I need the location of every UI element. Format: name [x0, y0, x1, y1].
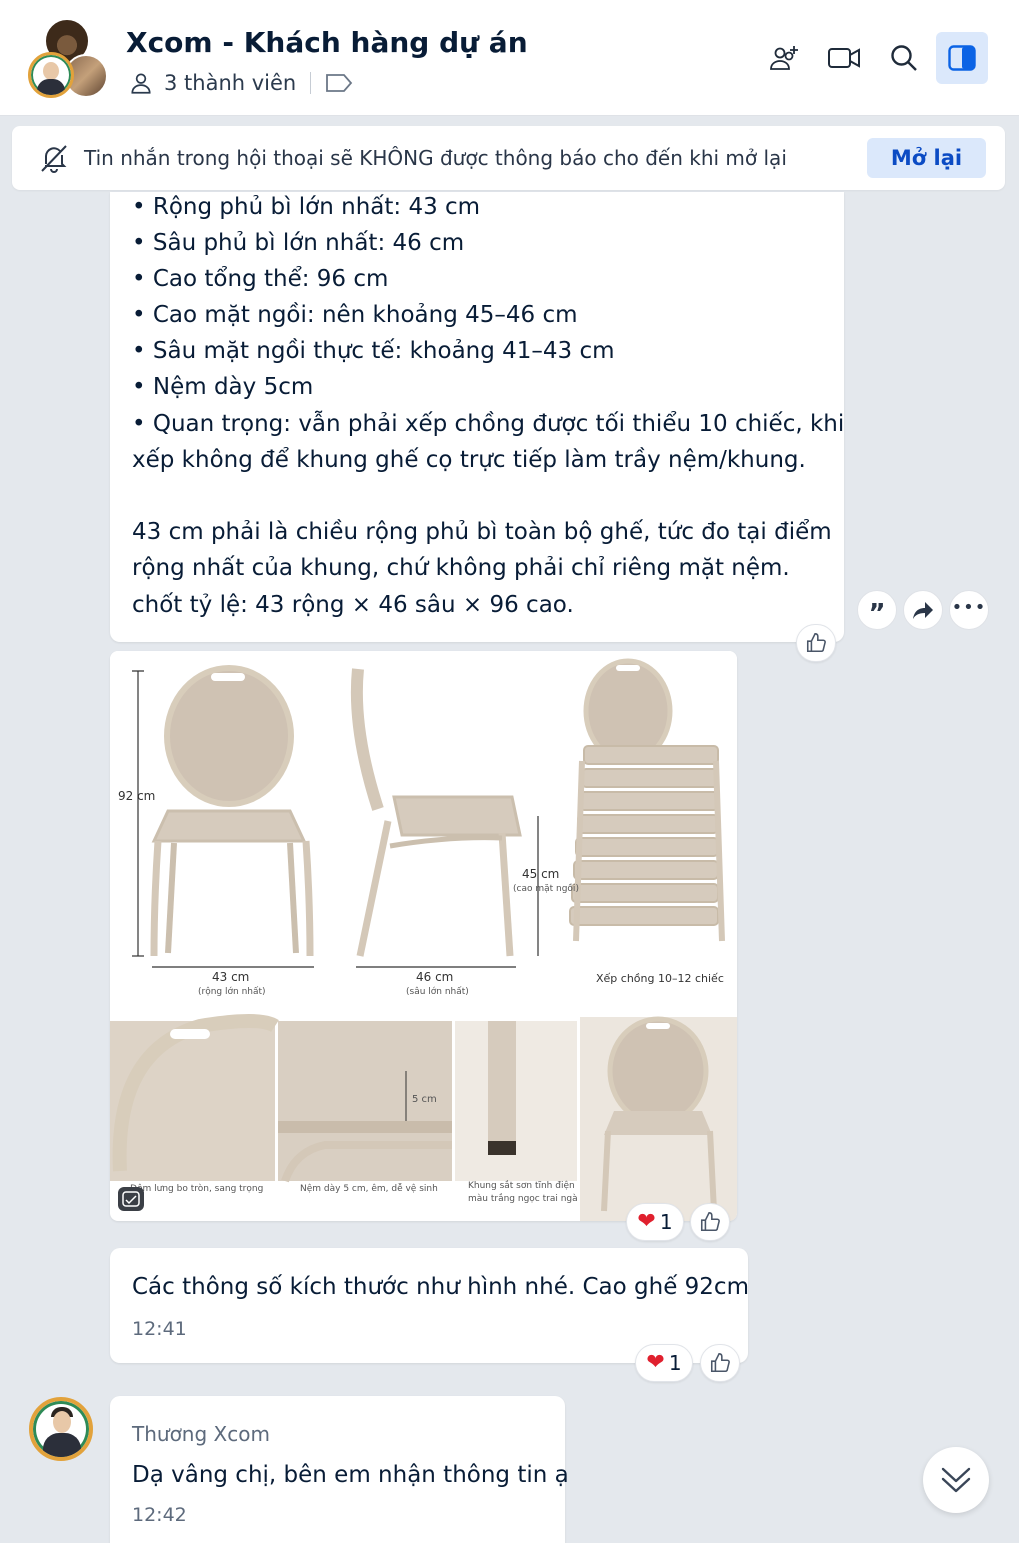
more-options-button[interactable]: •••: [949, 590, 989, 630]
image-hd-icon[interactable]: [118, 1187, 144, 1211]
message-line: • Sâu phủ bì lớn nhất: 46 cm: [132, 230, 465, 256]
message-line: xếp không để khung ghế cọ trực tiếp làm …: [132, 447, 806, 473]
width-label: 43 cm: [212, 970, 250, 984]
height-label: 92 cm: [118, 789, 156, 803]
quote-button[interactable]: ”: [857, 590, 897, 630]
reaction-count: 1: [659, 1210, 673, 1234]
more-icon: •••: [951, 596, 987, 618]
conversation-header: Xcom - Khách hàng dự án 3 thành viên: [0, 0, 1019, 116]
seat-height-label: 45 cm: [522, 867, 560, 881]
tag-icon[interactable]: [325, 72, 353, 94]
message-line: 43 cm phải là chiều rộng phủ bì toàn bộ …: [132, 519, 832, 545]
chair-illustration: [110, 651, 737, 1221]
sender-name[interactable]: Thương Xcom: [132, 1422, 270, 1446]
width-note: (rộng lớn nhất): [198, 987, 266, 997]
depth-label: 46 cm: [416, 970, 454, 984]
message-line: • Rộng phủ bì lớn nhất: 43 cm: [132, 194, 481, 220]
heart-reaction-badge[interactable]: ❤ 1: [635, 1344, 693, 1382]
cushion-thickness-label: 5 cm: [412, 1094, 437, 1105]
message-line: • Cao mặt ngồi: nên khoảng 45–46 cm: [132, 302, 578, 328]
member-avatar: [28, 52, 74, 98]
double-chevron-down-icon: [941, 1467, 971, 1493]
divider: [310, 72, 312, 94]
forward-icon: [913, 602, 933, 619]
like-reaction-button[interactable]: [700, 1344, 740, 1382]
cushion-caption: Nệm dày 5 cm, êm, dễ vệ sinh: [300, 1184, 438, 1194]
depth-note: (sâu lớn nhất): [406, 987, 469, 997]
message-bubble[interactable]: • Rộng phủ bì lớn nhất: 43 cm • Sâu phủ …: [110, 192, 844, 642]
frame-caption-2: màu trắng ngọc trai ngà: [468, 1194, 578, 1204]
chair-spec-image[interactable]: 92 cm 43 cm (rộng lớn nhất) 46 cm (sâu l…: [110, 651, 737, 1221]
heart-icon: ❤: [646, 1350, 665, 1375]
message-text: Các thông số kích thước như hình nhé. Ca…: [132, 1274, 749, 1300]
search-icon: [891, 45, 917, 71]
message-line: rộng nhất của khung, chứ không phải chỉ …: [132, 555, 790, 581]
mute-notice-text: Tin nhắn trong hội thoại sẽ KHÔNG được t…: [84, 146, 787, 170]
sender-avatar[interactable]: [29, 1397, 93, 1461]
video-call-icon: [828, 48, 860, 68]
message-text: Dạ vâng chị, bên em nhận thông tin ạ: [132, 1462, 569, 1488]
backrest-caption: Đệm lưng bo tròn, sang trọng: [130, 1184, 264, 1194]
seat-height-note: (cao mặt ngồi): [513, 884, 579, 894]
add-member-icon: [770, 46, 798, 70]
thumbs-up-icon: [806, 633, 826, 653]
thumbs-up-icon: [710, 1353, 730, 1373]
message-time: 12:41: [132, 1318, 187, 1340]
bell-off-icon: [41, 145, 67, 173]
forward-button[interactable]: [903, 590, 943, 630]
frame-caption-1: Khung sắt sơn tĩnh điện: [468, 1181, 575, 1191]
reaction-count: 1: [668, 1351, 682, 1375]
sidebar-toggle-button[interactable]: [936, 32, 988, 84]
message-line: • Nệm dày 5cm: [132, 374, 314, 400]
message-line: • Cao tổng thể: 96 cm: [132, 266, 389, 292]
video-call-button[interactable]: [818, 32, 870, 84]
member-count[interactable]: 3 thành viên: [128, 70, 353, 96]
message-line: • Sâu mặt ngồi thực tế: khoảng 41–43 cm: [132, 338, 615, 364]
unmute-button[interactable]: Mở lại: [867, 138, 986, 178]
sidebar-toggle-icon: [948, 45, 976, 71]
heart-icon: ❤: [637, 1209, 656, 1234]
message-bubble[interactable]: Thương Xcom Dạ vâng chị, bên em nhận thô…: [110, 1396, 569, 1543]
quote-icon: ”: [868, 599, 886, 629]
thumbs-up-icon: [700, 1212, 720, 1232]
like-reaction-button[interactable]: [796, 624, 836, 662]
add-member-button[interactable]: [758, 32, 810, 84]
search-button[interactable]: [878, 32, 930, 84]
user-icon: [131, 73, 151, 94]
stack-label: Xếp chồng 10–12 chiếc: [596, 972, 724, 985]
message-line: chốt tỷ lệ: 43 rộng × 46 sâu × 96 cao.: [132, 592, 574, 618]
heart-reaction-badge[interactable]: ❤ 1: [626, 1203, 684, 1241]
member-count-label: 3 thành viên: [164, 71, 297, 95]
message-time: 12:42: [132, 1504, 187, 1526]
message-line: • Quan trọng: vẫn phải xếp chồng được tố…: [132, 411, 845, 437]
conversation-title[interactable]: Xcom - Khách hàng dự án: [126, 26, 528, 59]
scroll-to-bottom-button[interactable]: [923, 1447, 989, 1513]
like-reaction-button[interactable]: [690, 1203, 730, 1241]
cloud-check-icon: [122, 1191, 140, 1207]
group-avatar[interactable]: [28, 18, 110, 100]
mute-notice-banner: Tin nhắn trong hội thoại sẽ KHÔNG được t…: [12, 126, 1005, 190]
